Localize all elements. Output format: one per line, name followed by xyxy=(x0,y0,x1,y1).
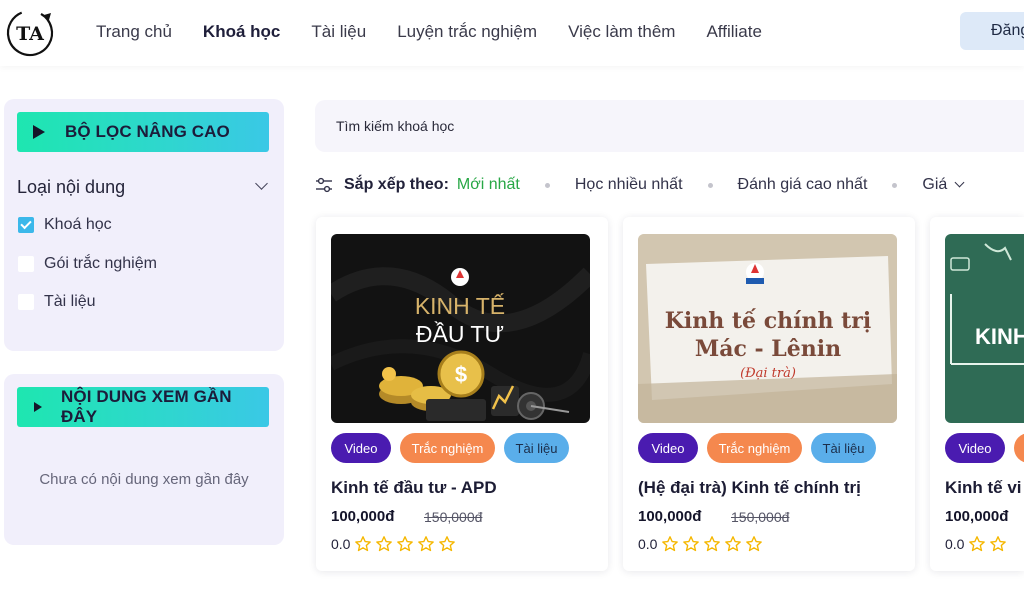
tag-document: Tài liệu xyxy=(504,433,569,463)
top-header: TA Trang chủ Khoá học Tài liệu Luyện trắ… xyxy=(0,0,1024,66)
course-thumbnail[interactable]: KINH TẾ ĐẦU TƯ $ xyxy=(331,234,590,423)
nav-practice-quiz[interactable]: Luyện trắc nghiệm xyxy=(397,22,537,42)
star-icon xyxy=(683,536,700,552)
nav-courses[interactable]: Khoá học xyxy=(203,22,280,42)
star-icon xyxy=(418,536,435,552)
thumbnail-title-line1: Kinh tế chính trị xyxy=(665,308,871,334)
tag-video: Video xyxy=(945,433,1005,463)
nav-documents[interactable]: Tài liệu xyxy=(311,22,366,42)
checkbox[interactable] xyxy=(18,294,34,310)
thumbnail-title-line2: ĐẦU TƯ xyxy=(416,320,504,347)
star-icon xyxy=(969,536,986,552)
checkbox[interactable] xyxy=(18,256,34,272)
nav-part-time-jobs[interactable]: Việc làm thêm xyxy=(568,22,675,42)
star-icon xyxy=(355,536,372,552)
tag-quiz: Trắc nghiệm xyxy=(400,433,495,463)
thumbnail-title-line2: Mác - Lênin xyxy=(695,336,841,362)
sort-filter-icon xyxy=(316,177,332,193)
course-tags: Video Trắc nghiệm xyxy=(945,433,1024,463)
course-old-price: 150,000đ xyxy=(731,509,790,525)
thumbnail-title-line1: KINH xyxy=(975,324,1024,349)
course-card[interactable]: KINH TẾ ĐẦU TƯ $ Video Trắc nghiệm Tài l… xyxy=(316,217,608,571)
nav-home[interactable]: Trang chủ xyxy=(96,22,172,42)
course-rating: 0.0 xyxy=(331,535,459,553)
filter-option-label: Khoá học xyxy=(44,216,112,233)
sort-bar: Sắp xếp theo: Mới nhất Học nhiều nhất Đá… xyxy=(315,172,965,198)
star-icon xyxy=(397,536,414,552)
recent-content-panel: NỘI DUNG XEM GẦN ĐÂY Chưa có nội dung xe… xyxy=(4,374,284,545)
separator-dot xyxy=(544,182,550,188)
tag-quiz: Trắc nghiệm xyxy=(707,433,802,463)
filter-option-documents[interactable]: Tài liệu xyxy=(18,293,96,311)
main-nav: Trang chủ Khoá học Tài liệu Luyện trắc n… xyxy=(96,0,793,64)
svg-text:$: $ xyxy=(455,362,467,387)
rating-value: 0.0 xyxy=(331,536,351,552)
sort-label: Sắp xếp theo: xyxy=(344,176,449,193)
filter-option-quiz-packages[interactable]: Gói trắc nghiệm xyxy=(18,255,157,273)
login-button[interactable]: Đăng xyxy=(960,12,1024,50)
tag-document: Tài liệu xyxy=(811,433,876,463)
recent-empty-message: Chưa có nội dung xem gần đây xyxy=(39,471,249,488)
recent-content-label: NỘI DUNG XEM GẦN ĐÂY xyxy=(61,387,232,426)
tag-quiz: Trắc nghiệm xyxy=(1014,433,1024,463)
course-tags: Video Trắc nghiệm Tài liệu xyxy=(331,433,578,463)
star-icon xyxy=(746,536,763,552)
sort-newest[interactable]: Mới nhất xyxy=(457,176,520,194)
recent-content-button[interactable]: NỘI DUNG XEM GẦN ĐÂY xyxy=(17,387,269,427)
course-price: 100,000đ xyxy=(331,508,395,525)
filter-option-courses[interactable]: Khoá học xyxy=(18,216,112,234)
content-type-title: Loại nội dung xyxy=(17,177,126,197)
star-icon xyxy=(990,536,1007,552)
thumbnail-title-line3: (Đại trà) xyxy=(740,366,796,381)
chevron-down-icon xyxy=(954,177,965,188)
advanced-filter-label: BỘ LỌC NÂNG CAO xyxy=(65,122,230,141)
separator-dot xyxy=(892,182,898,188)
sort-top-rated[interactable]: Đánh giá cao nhất xyxy=(738,176,868,194)
course-title[interactable]: Kinh tế đầu tư - APD xyxy=(331,478,497,498)
course-title[interactable]: (Hệ đại trà) Kinh tế chính trị xyxy=(638,478,861,498)
search-input[interactable]: Tìm kiếm khoá học xyxy=(315,100,1024,152)
course-title[interactable]: Kinh tế vi mô xyxy=(945,478,1024,498)
advanced-filter-button[interactable]: BỘ LỌC NÂNG CAO xyxy=(17,112,269,152)
nav-affiliate[interactable]: Affiliate xyxy=(706,22,761,42)
tag-video: Video xyxy=(331,433,391,463)
tag-video: Video xyxy=(638,433,698,463)
star-icon xyxy=(704,536,721,552)
sort-price[interactable]: Giá xyxy=(922,176,965,194)
course-old-price: 150,000đ xyxy=(424,509,483,525)
course-rating: 0.0 xyxy=(638,535,766,553)
advanced-filter-panel: BỘ LỌC NÂNG CAO Loại nội dung Khoá học G… xyxy=(4,99,284,351)
logo-icon[interactable]: TA xyxy=(4,6,56,58)
course-card[interactable]: Kinh tế chính trị Mác - Lênin (Đại trà) … xyxy=(623,217,915,571)
star-icon xyxy=(439,536,456,552)
star-icon xyxy=(376,536,393,552)
rating-value: 0.0 xyxy=(945,536,965,552)
course-card[interactable]: KINH Video Trắc nghiệm Kinh tế vi mô 100… xyxy=(930,217,1024,571)
sort-price-label: Giá xyxy=(922,176,948,193)
filter-option-label: Tài liệu xyxy=(44,293,96,310)
course-thumbnail[interactable]: KINH xyxy=(945,234,1024,423)
chevron-down-icon[interactable] xyxy=(255,177,268,190)
logo-text: TA xyxy=(16,23,44,45)
course-rating: 0.0 xyxy=(945,535,1010,553)
course-price: 100,000đ xyxy=(945,508,1009,525)
course-price: 100,000đ xyxy=(638,508,702,525)
course-thumbnail[interactable]: Kinh tế chính trị Mác - Lênin (Đại trà) xyxy=(638,234,897,423)
play-icon xyxy=(34,402,42,412)
star-icon xyxy=(725,536,742,552)
filter-option-label: Gói trắc nghiệm xyxy=(44,255,157,272)
rating-value: 0.0 xyxy=(638,536,658,552)
play-icon xyxy=(33,125,45,139)
separator-dot xyxy=(707,182,713,188)
thumbnail-title-line1: KINH TẾ xyxy=(415,292,505,319)
sort-most-enrolled[interactable]: Học nhiều nhất xyxy=(575,176,683,194)
course-tags: Video Trắc nghiệm Tài liệu xyxy=(638,433,885,463)
star-icon xyxy=(662,536,679,552)
checkbox-checked[interactable] xyxy=(18,217,34,233)
